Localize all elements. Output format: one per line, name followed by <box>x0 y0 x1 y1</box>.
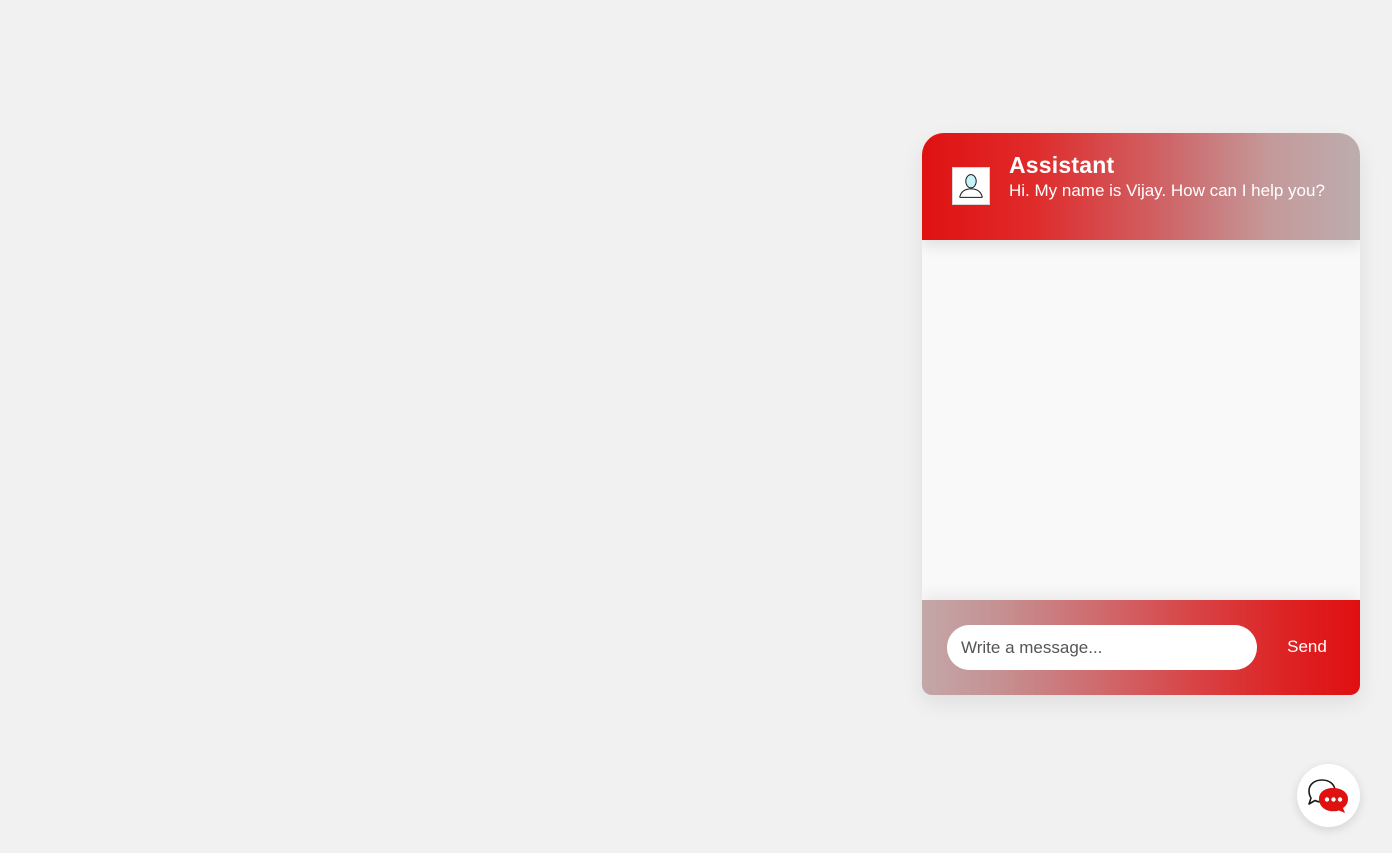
chat-bubbles-icon <box>1308 779 1348 813</box>
user-avatar-icon <box>952 167 990 205</box>
message-list[interactable] <box>922 240 1360 600</box>
message-input[interactable] <box>947 625 1257 670</box>
chat-title: Assistant <box>1009 152 1115 178</box>
send-button[interactable]: Send <box>1274 630 1340 664</box>
chat-launcher-button[interactable] <box>1297 764 1360 827</box>
chatbox: Assistant Hi. My name is Vijay. How can … <box>922 133 1360 695</box>
chat-greeting: Hi. My name is Vijay. How can I help you… <box>1009 181 1325 200</box>
chat-footer: Send <box>922 600 1360 695</box>
page: Assistant Hi. My name is Vijay. How can … <box>0 0 1392 853</box>
chat-header: Assistant Hi. My name is Vijay. How can … <box>922 133 1360 240</box>
